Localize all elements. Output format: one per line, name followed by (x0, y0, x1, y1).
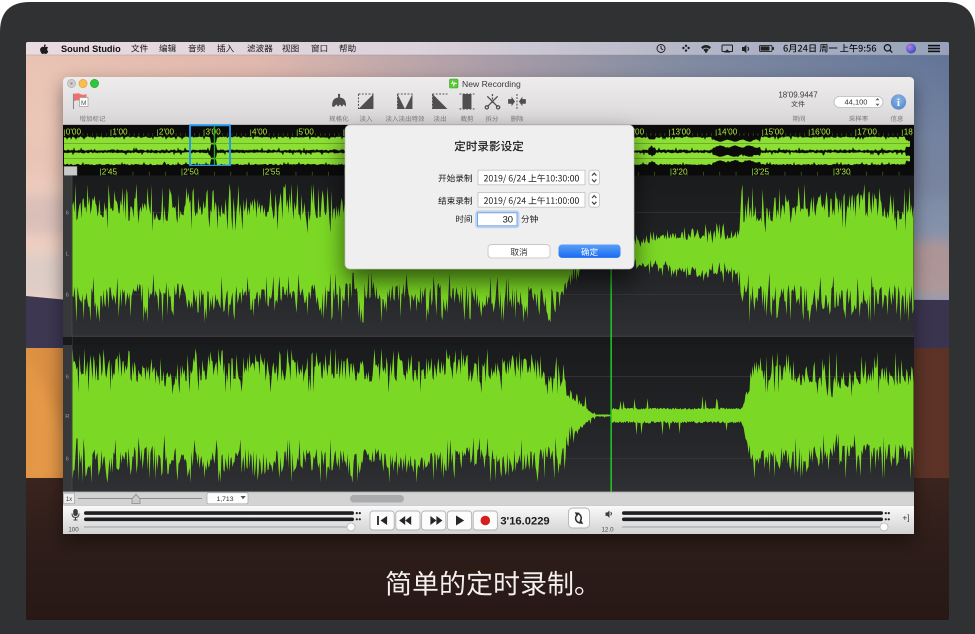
svg-text:16'00: 16'00 (811, 128, 831, 137)
svg-text:0'00: 0'00 (66, 128, 82, 137)
svg-text:4'00: 4'00 (252, 128, 268, 137)
svg-text:6: 6 (66, 375, 69, 381)
svg-text:6: 6 (66, 211, 69, 217)
svg-text:30: 30 (503, 214, 513, 225)
svg-text:12.0: 12.0 (601, 527, 614, 534)
svg-text:17'00: 17'00 (857, 128, 877, 137)
svg-text:2'00: 2'00 (159, 128, 175, 137)
svg-text:+]: +] (903, 514, 910, 523)
svg-text:14'00: 14'00 (718, 128, 738, 137)
svg-text:i: i (897, 98, 900, 109)
svg-text:6: 6 (66, 457, 69, 463)
svg-text:1'00: 1'00 (112, 128, 128, 137)
svg-text:2'45: 2'45 (102, 167, 118, 176)
svg-text:2'55: 2'55 (265, 167, 281, 176)
svg-text:5'00: 5'00 (299, 128, 315, 137)
svg-text:6: 6 (66, 293, 69, 299)
svg-text:R: R (65, 414, 69, 420)
svg-text:New Recording: New Recording (462, 79, 521, 89)
svg-text:3'25: 3'25 (754, 167, 770, 176)
svg-text:13'00: 13'00 (671, 128, 691, 137)
svg-text:100: 100 (68, 527, 79, 534)
svg-text:3'20: 3'20 (672, 167, 688, 176)
svg-text:3'16.0229: 3'16.0229 (500, 515, 549, 527)
svg-text:15'00: 15'00 (764, 128, 784, 137)
svg-text:18'09.9447: 18'09.9447 (778, 91, 818, 100)
svg-text:3'00: 3'00 (205, 128, 221, 137)
svg-text:1x: 1x (66, 497, 72, 503)
svg-text:1,713: 1,713 (216, 496, 233, 503)
svg-text:M: M (81, 100, 86, 107)
svg-text:Sound Studio: Sound Studio (61, 44, 121, 54)
svg-text:44,100: 44,100 (845, 98, 868, 107)
svg-text:3'30: 3'30 (835, 167, 851, 176)
svg-text:2'50: 2'50 (183, 167, 199, 176)
svg-text:18: 18 (904, 128, 914, 137)
